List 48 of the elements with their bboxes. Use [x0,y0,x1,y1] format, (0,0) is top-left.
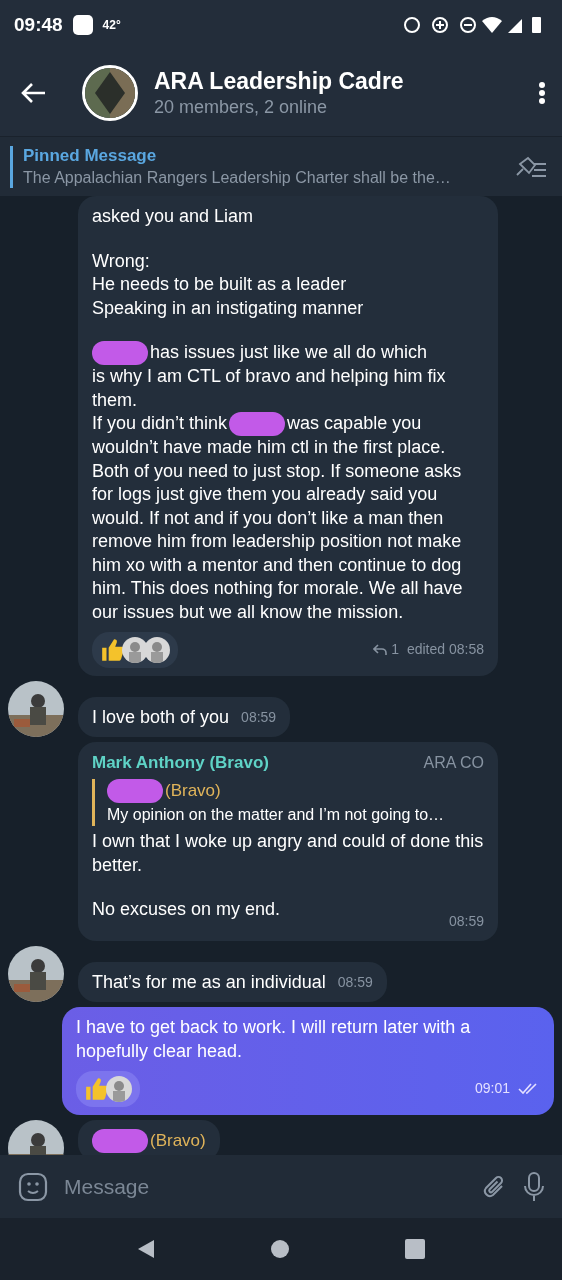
message-time: 08:59 [448,911,484,931]
redaction-mark [92,1129,148,1153]
emoji-button[interactable] [18,1171,48,1202]
reply-icon [373,644,388,656]
back-button[interactable] [20,82,46,104]
message-text: (Bravo) [150,1130,206,1153]
message-text: I own that I woke up angry and could of done this better. [92,830,484,877]
status-time: 09:48 [14,14,63,36]
pinned-label[interactable]: Pinned Message [23,146,157,166]
recents-nav-button[interactable] [404,1239,425,1259]
chat-title: ARA Leadership Cadre [154,68,405,95]
message-time: 08:59 [241,707,277,727]
temperature: 42° [102,18,121,32]
message-field[interactable]: Message [62,1164,466,1209]
message-text: (Bravo) [165,779,221,802]
quoted-text: My opinion on the matter and I’m not going to… [107,804,446,825]
reaction-chip[interactable] [92,632,178,668]
message-text: wouldn’t have made him ctl in the first place. Both of you need to just stop. If someone asks for logs just give them you already said you would. If not and if you don’t like a man then remove him from leadership position not make him xo with a mentor and then continue to dog him. This does nothing for morale. We all have our issues but we all know the mission. [92,436,464,624]
message-text: No excuses on my end. [92,898,281,921]
message-text: I have to get back to work. I will return later with a hopefully clear head. [76,1016,472,1063]
message-composer[interactable]: Message [0,1155,562,1218]
microphone-button[interactable] [522,1170,546,1203]
message-text: has issues just like we all do which [150,341,428,365]
reply-quote[interactable]: (Bravo) My opinion on the matter and I’m not going to… [92,778,484,826]
redaction-mark [107,778,163,803]
message-input[interactable]: Message [62,1173,466,1200]
reply-count: 1 [373,638,399,662]
message-text: If you didn’t think [92,412,228,436]
sender-name: Mark Anthony (Bravo) [92,752,269,774]
message-time: edited 08:58 [406,640,484,660]
member-count: 20 members, 2 online [154,97,329,118]
back-nav-button[interactable] [137,1239,156,1259]
message-text: I love both of you [92,705,230,729]
redaction-mark [229,412,286,436]
message-text: asked you and Liam [92,205,254,228]
message-text: Wrong: He needs to be built as a leader Speaking in an instigating manner [92,249,364,320]
admin-title: ARA CO [423,753,484,773]
home-nav-button[interactable] [270,1239,290,1259]
redaction-mark [92,341,148,365]
notification-icon [72,15,93,35]
message-time: 09:01 [474,1079,510,1099]
message-text: is why I am CTL of bravo and helping him fix them. [92,365,447,412]
message-text: That’s for me as an individual [92,970,326,994]
pinned-text[interactable]: The Appalachian Rangers Leadership Charter shall be the… [23,169,451,187]
message-text: was capable you [287,412,422,436]
more-button[interactable] [538,81,546,105]
pinned-list-button[interactable] [514,155,548,178]
message-time: 08:59 [337,972,373,992]
